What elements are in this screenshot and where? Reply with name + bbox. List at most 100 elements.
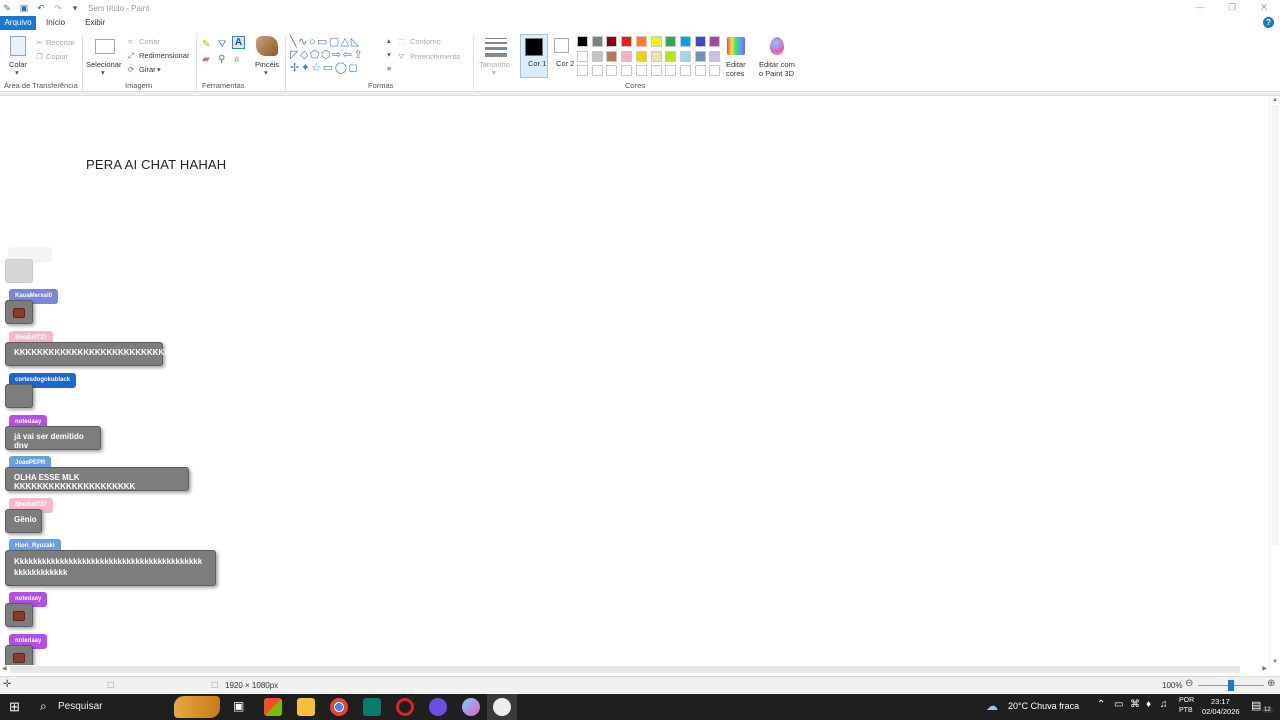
fill-bucket-icon[interactable]: ⛛	[218, 39, 226, 50]
edit-colors-icon[interactable]	[727, 37, 745, 55]
color-swatch[interactable]	[709, 65, 721, 76]
color-swatch[interactable]	[591, 50, 603, 62]
horizontal-scrollbar[interactable]: ◀ ▶	[0, 665, 1269, 675]
color-swatch[interactable]	[635, 36, 647, 47]
cut-button[interactable]: Recortar	[46, 38, 75, 47]
chevron-up-icon[interactable]: ⌃	[1097, 699, 1105, 710]
color-swatch[interactable]	[709, 36, 721, 47]
microphone-icon[interactable]: ♦	[1146, 699, 1151, 710]
opera-icon[interactable]	[396, 698, 414, 716]
restore-icon[interactable]: ❐	[1216, 0, 1248, 16]
horizontal-scroll-thumb[interactable]	[10, 666, 1240, 673]
tab-exibir[interactable]: Exibir	[75, 16, 115, 30]
pencil-icon[interactable]: ✎	[202, 39, 210, 50]
windows-start-icon[interactable]: ⊞	[9, 699, 20, 715]
app-icon[interactable]	[363, 698, 381, 716]
size-dropdown-icon[interactable]: ▾	[492, 68, 496, 77]
color-swatch[interactable]	[679, 65, 691, 76]
color1-button[interactable]	[520, 34, 548, 78]
color-swatch[interactable]	[665, 50, 677, 62]
scroll-right-icon[interactable]: ▶	[1262, 665, 1267, 672]
fill-button[interactable]: Preenchimento	[410, 52, 460, 61]
meet-icon[interactable]: ▭	[1114, 699, 1123, 710]
vertical-scroll-thumb[interactable]	[1272, 105, 1279, 545]
copy-button[interactable]: Copiar	[46, 52, 68, 61]
color-swatch[interactable]	[665, 65, 677, 76]
color-swatch[interactable]	[650, 36, 662, 47]
select-dropdown-icon[interactable]: ▾	[101, 68, 105, 77]
language-line2[interactable]: PTB	[1179, 707, 1193, 714]
outline-button[interactable]: Contorno	[410, 37, 441, 46]
rotate-button[interactable]: Girar	[139, 65, 156, 74]
shapes-expand-icon[interactable]: ≡	[387, 64, 391, 73]
magnifier-icon[interactable]: ⌕	[234, 54, 240, 65]
chrome-icon[interactable]	[330, 698, 348, 716]
volume-icon[interactable]: ♫	[1160, 699, 1168, 710]
clock-date[interactable]: 02/04/2026	[1202, 707, 1240, 716]
search-icon[interactable]: ⌕	[40, 699, 47, 714]
file-explorer-icon[interactable]	[297, 698, 315, 716]
zoom-in-icon[interactable]: ⊕	[1267, 678, 1275, 689]
weather-icon[interactable]: ☁	[986, 699, 998, 713]
brushes-icon[interactable]	[256, 36, 278, 56]
color-swatch[interactable]	[679, 36, 691, 47]
clipboard-icon[interactable]	[10, 36, 26, 56]
color-swatch[interactable]	[635, 50, 647, 62]
close-icon[interactable]: ✕	[1248, 0, 1280, 16]
color-swatch[interactable]	[621, 65, 633, 76]
text-tool-icon[interactable]: A	[232, 36, 245, 49]
language-line1[interactable]: POR	[1179, 697, 1194, 704]
redo-icon[interactable]: ↷	[53, 3, 63, 13]
undo-icon[interactable]: ↶	[36, 3, 46, 13]
color-picker-icon[interactable]: ⚲	[218, 54, 225, 65]
crop-button[interactable]: Cortar	[139, 37, 160, 46]
tab-arquivo[interactable]: Arquivo	[0, 16, 36, 30]
scroll-down-icon[interactable]: ▼	[1272, 659, 1278, 665]
scroll-left-icon[interactable]: ◀	[2, 665, 7, 672]
color-swatch[interactable]	[577, 50, 588, 62]
edit-colors-button[interactable]: Editar cores	[726, 60, 748, 78]
color-swatch[interactable]	[606, 65, 618, 76]
help-icon[interactable]: ?	[1263, 17, 1274, 28]
paint3d-icon[interactable]	[770, 37, 784, 55]
color-swatch[interactable]	[679, 50, 691, 62]
store-icon[interactable]	[264, 698, 282, 716]
clock-time[interactable]: 23:17	[1211, 697, 1230, 706]
vertical-scrollbar[interactable]: ▲ ▼	[1269, 97, 1280, 665]
resize-button[interactable]: Redimensionar	[139, 51, 189, 60]
brushes-dropdown-icon[interactable]: ▾	[264, 68, 268, 77]
minimize-icon[interactable]: —	[1184, 0, 1216, 16]
scroll-up-icon[interactable]: ▲	[1272, 97, 1278, 103]
network-icon[interactable]: ⌘	[1130, 699, 1140, 710]
color-swatch[interactable]	[621, 50, 633, 62]
color-swatch[interactable]	[606, 50, 618, 62]
rotate-dropdown-icon[interactable]: ▾	[157, 65, 161, 74]
zoom-out-icon[interactable]: ⊖	[1185, 678, 1193, 689]
paste-dropdown-icon[interactable]: ▾	[15, 68, 19, 77]
color-swatch[interactable]	[635, 65, 647, 76]
color-swatch[interactable]	[665, 36, 677, 47]
taskbar-search[interactable]: Pesquisar	[58, 701, 102, 712]
shapes-scroll-up-icon[interactable]: ▴	[387, 36, 391, 45]
color-swatch[interactable]	[650, 50, 662, 62]
color-swatch[interactable]	[621, 36, 633, 47]
shapes-scroll-down-icon[interactable]: ▾	[387, 50, 391, 59]
messenger-icon[interactable]	[429, 698, 447, 716]
paint-active-icon[interactable]	[493, 698, 511, 716]
paint-taskbar-icon[interactable]	[462, 698, 480, 716]
notification-icon[interactable]: ▤	[1251, 699, 1261, 712]
color-swatch[interactable]	[709, 50, 721, 62]
color-swatch[interactable]	[591, 36, 603, 47]
color-swatch[interactable]	[650, 65, 662, 76]
color-swatch[interactable]	[694, 50, 706, 62]
tab-inicio[interactable]: Início	[36, 16, 75, 30]
edit-paint3d-button[interactable]: Editar com o Paint 3D	[759, 60, 799, 78]
save-icon[interactable]: ▣	[19, 3, 29, 13]
size-icon[interactable]	[485, 38, 507, 57]
weather-text[interactable]: 20°C Chuva fraca	[1008, 701, 1079, 711]
color-swatch[interactable]	[577, 36, 588, 47]
task-view-icon[interactable]: ▣	[233, 699, 244, 713]
color-swatch[interactable]	[694, 65, 706, 76]
zoom-slider-thumb[interactable]	[1228, 680, 1234, 691]
eraser-icon[interactable]: ▰	[202, 54, 210, 65]
